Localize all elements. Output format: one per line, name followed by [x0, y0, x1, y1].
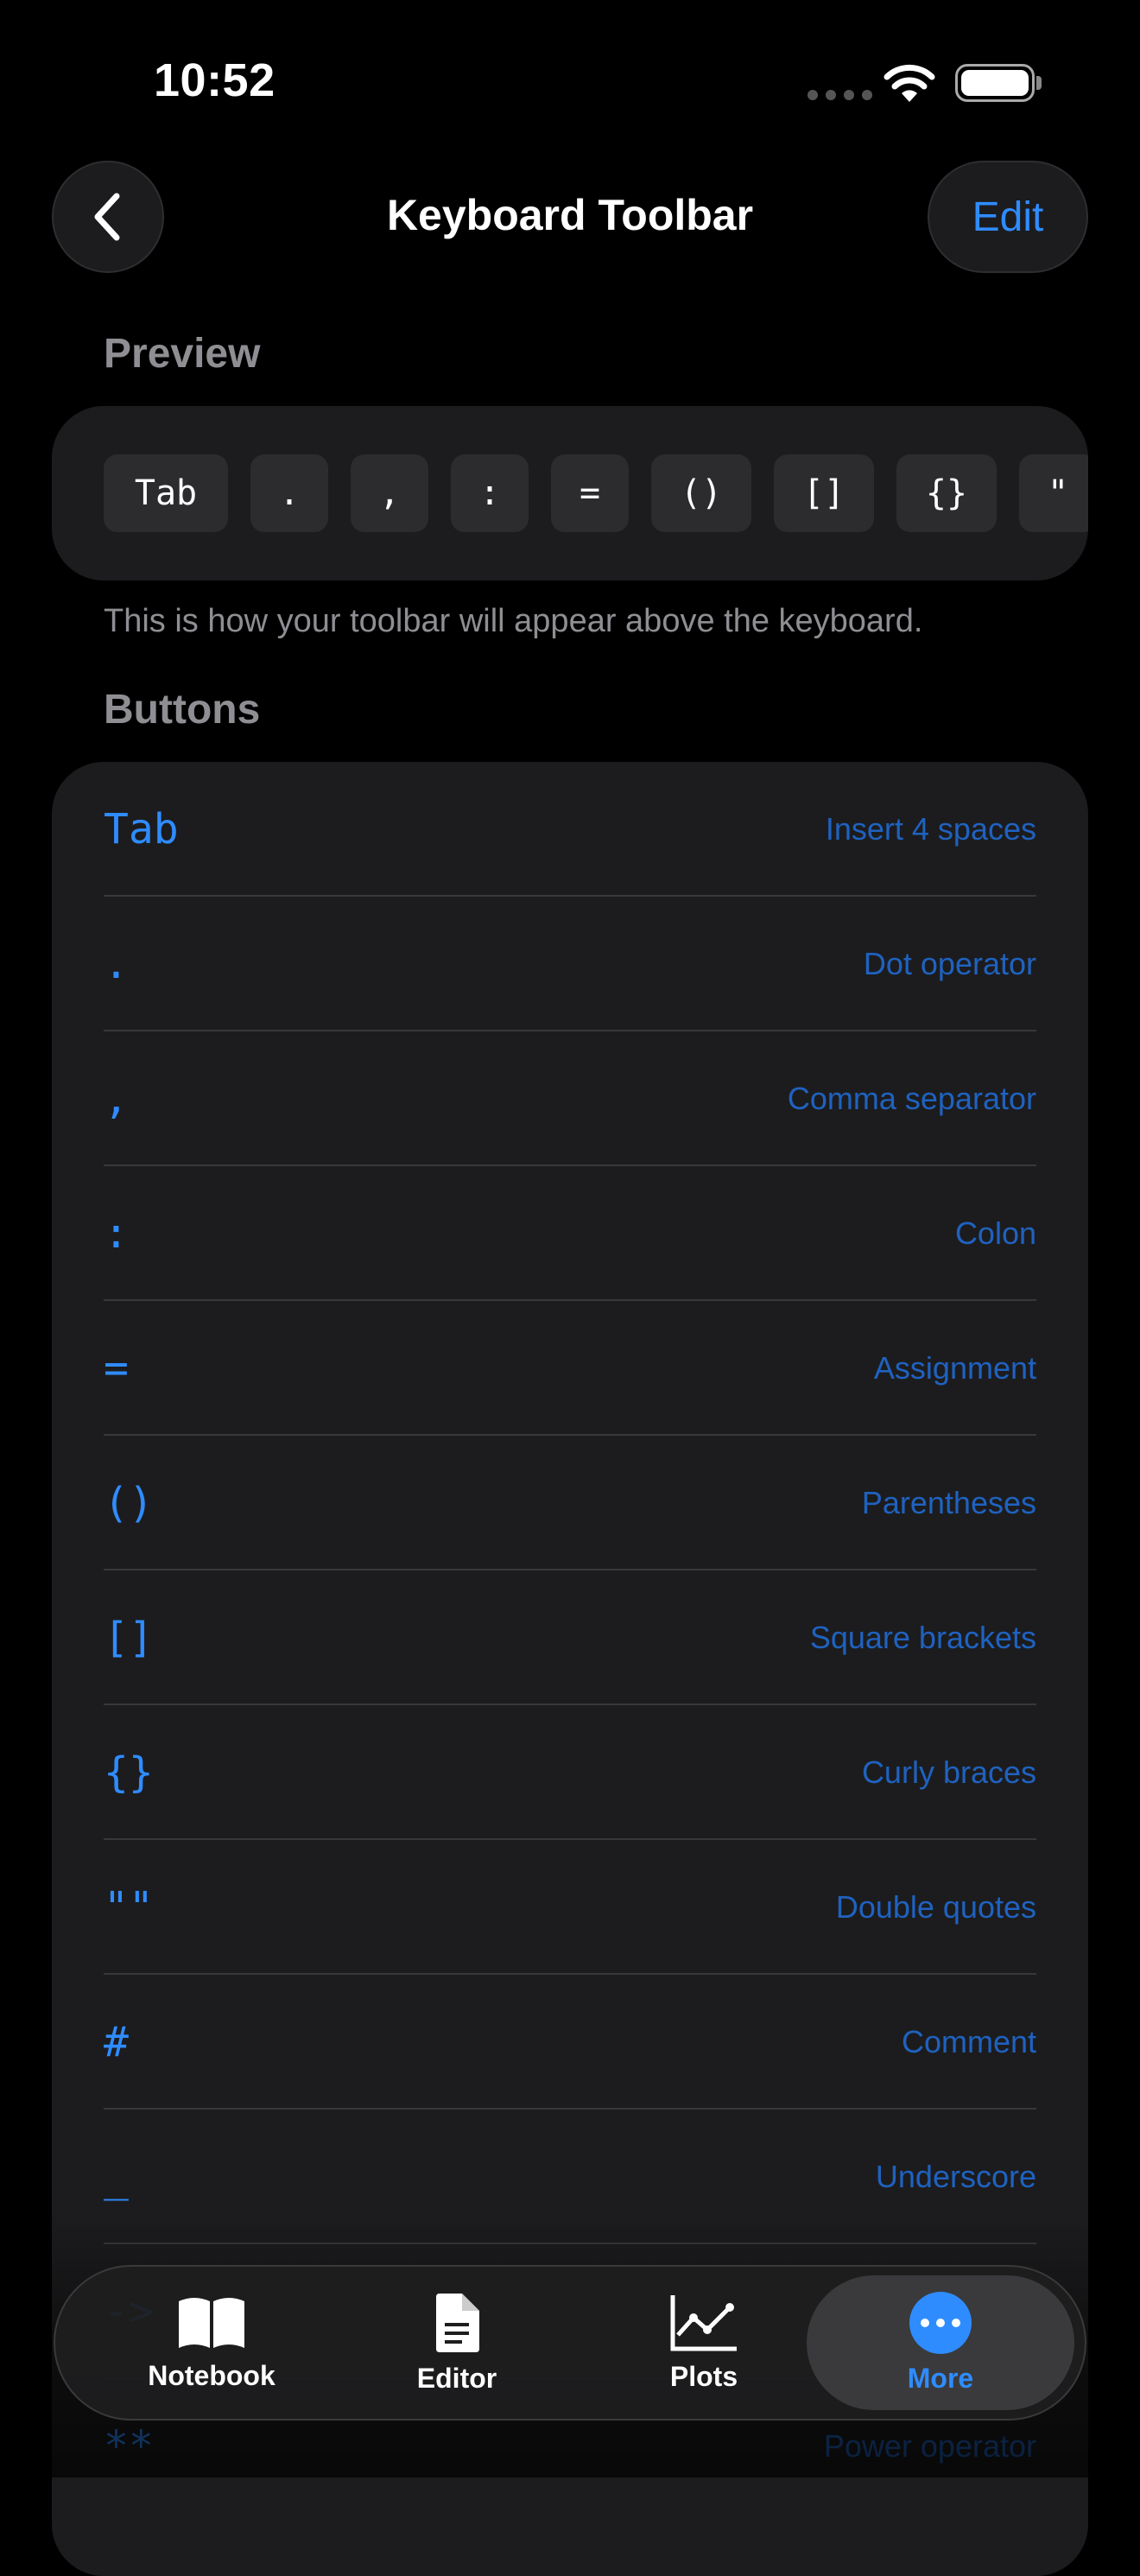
list-item[interactable]: , Comma separator: [104, 1031, 1036, 1166]
tab-label: Plots: [669, 2360, 738, 2392]
status-time: 10:52: [154, 54, 276, 106]
tab-label: Notebook: [148, 2359, 276, 2391]
preview-section-header: Preview: [104, 331, 261, 377]
document-icon: [436, 2293, 479, 2352]
buttons-section-header: Buttons: [104, 687, 261, 733]
tab-notebook[interactable]: Notebook: [95, 2267, 328, 2419]
list-item[interactable]: # Comment: [104, 1975, 1036, 2110]
list-item[interactable]: "" Double quotes: [104, 1840, 1036, 1975]
chart-icon: [670, 2294, 737, 2351]
tab-more[interactable]: More: [807, 2275, 1074, 2410]
button-symbol: []: [104, 1614, 154, 1662]
tab-label: Editor: [416, 2362, 497, 2394]
preview-key: []: [774, 454, 874, 532]
list-item[interactable]: : Colon: [104, 1166, 1036, 1301]
preview-description: This is how your toolbar will appear abo…: [104, 603, 923, 639]
button-description: Parentheses: [861, 1485, 1036, 1520]
preview-key: ": [1019, 454, 1088, 532]
button-description: Colon: [954, 1215, 1036, 1251]
book-icon: [179, 2297, 244, 2348]
preview-key: Tab: [104, 454, 228, 532]
list-item[interactable]: = Assignment: [104, 1301, 1036, 1436]
preview-keys: Tab . , : = () [] {} ": [104, 454, 1088, 532]
tab-label: More: [907, 2362, 974, 2394]
button-description: Dot operator: [863, 946, 1036, 981]
button-description: Curly braces: [861, 1754, 1036, 1790]
toolbar-preview[interactable]: Tab . , : = () [] {} ": [52, 406, 1088, 581]
button-symbol: "": [104, 1883, 154, 1932]
preview-key: :: [451, 454, 529, 532]
button-symbol: ,: [104, 1075, 129, 1123]
wifi-icon: [884, 64, 935, 102]
button-symbol: Tab: [104, 805, 179, 853]
tab-bar: Notebook Editor Plots More: [54, 2265, 1086, 2421]
button-description: Insert 4 spaces: [825, 811, 1036, 847]
button-symbol: =: [104, 1344, 129, 1393]
list-item[interactable]: . Dot operator: [104, 897, 1036, 1031]
cellular-signal-icon: [808, 90, 872, 100]
list-item[interactable]: [] Square brackets: [104, 1570, 1036, 1705]
preview-key: {}: [896, 454, 997, 532]
button-description: Double quotes: [835, 1889, 1036, 1925]
battery-icon: [955, 64, 1035, 102]
button-symbol: #: [104, 2018, 129, 2066]
list-item[interactable]: Tab Insert 4 spaces: [104, 762, 1036, 897]
ellipsis-icon: [909, 2291, 972, 2354]
tab-plots[interactable]: Plots: [587, 2267, 820, 2419]
edit-button[interactable]: Edit: [928, 161, 1088, 273]
button-symbol: .: [104, 940, 129, 988]
button-symbol: :: [104, 1209, 129, 1258]
button-symbol: (): [104, 1479, 154, 1527]
preview-key: =: [551, 454, 629, 532]
list-item[interactable]: () Parentheses: [104, 1436, 1036, 1570]
button-description: Comment: [901, 2024, 1036, 2059]
button-description: Assignment: [873, 1350, 1036, 1386]
button-description: Comma separator: [787, 1081, 1036, 1116]
preview-key: (): [651, 454, 751, 532]
preview-key: .: [250, 454, 328, 532]
preview-key: ,: [351, 454, 428, 532]
battery-cap: [1036, 76, 1042, 90]
button-symbol: {}: [104, 1748, 154, 1797]
list-item[interactable]: {} Curly braces: [104, 1705, 1036, 1840]
tab-editor[interactable]: Editor: [340, 2267, 573, 2419]
button-description: Square brackets: [809, 1620, 1036, 1655]
